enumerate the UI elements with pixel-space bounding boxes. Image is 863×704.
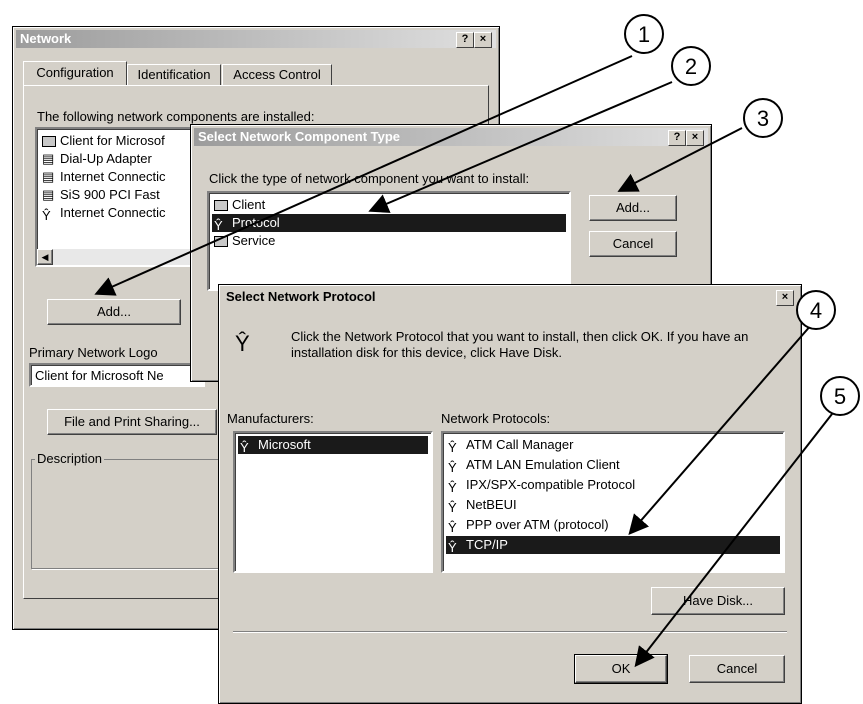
callout-1: 1 [624,14,664,54]
arrow-5 [634,413,833,668]
arrow-1 [94,55,633,296]
arrow-2 [368,81,673,213]
callout-arrows [94,55,833,668]
callout-3: 3 [743,98,783,138]
arrow-3 [617,127,743,192]
callout-2: 2 [671,46,711,86]
callout-5: 5 [820,376,860,416]
arrow-4 [628,323,813,536]
callout-4: 4 [796,290,836,330]
